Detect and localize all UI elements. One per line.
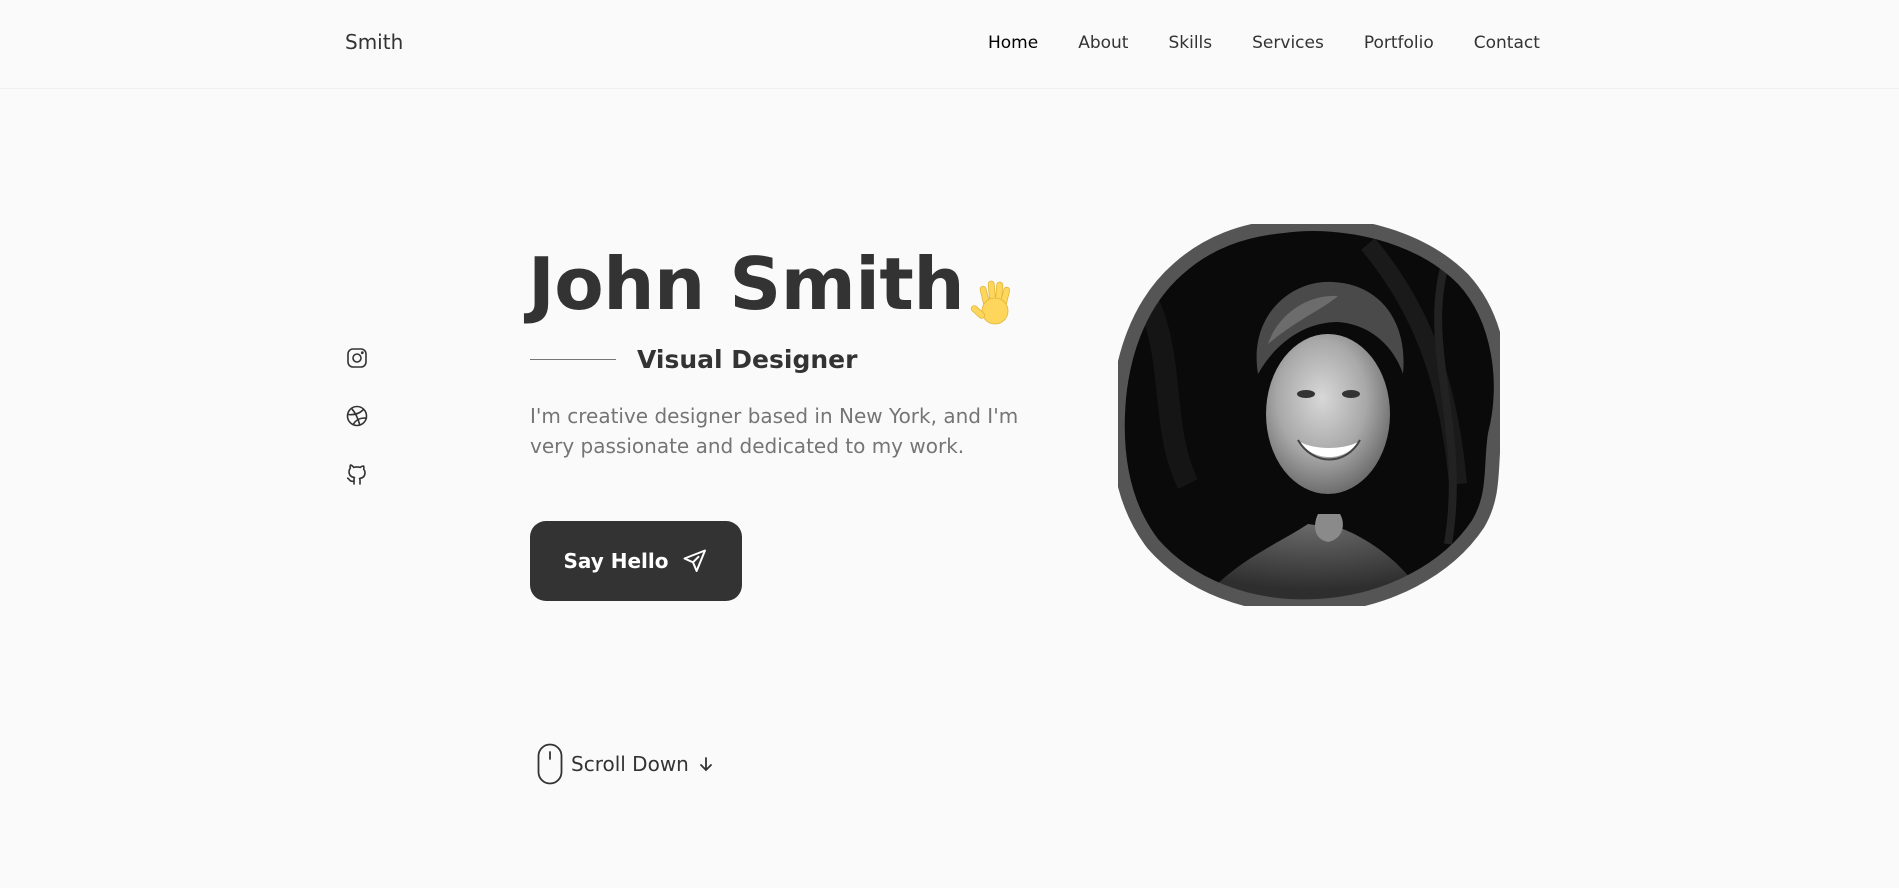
scroll-down-link[interactable]: Scroll Down <box>537 743 715 785</box>
dribbble-icon[interactable] <box>345 404 369 428</box>
github-icon[interactable] <box>345 462 369 486</box>
mouse-icon <box>537 743 563 785</box>
logo[interactable]: Smith <box>345 30 403 54</box>
waving-hand-icon <box>970 261 1022 325</box>
nav-services[interactable]: Services <box>1252 33 1324 53</box>
social-links <box>345 346 369 486</box>
nav-about[interactable]: About <box>1078 33 1128 53</box>
nav-skills[interactable]: Skills <box>1168 33 1212 53</box>
scroll-down-label: Scroll Down <box>571 752 689 776</box>
main-nav: Home About Skills Services Portfolio Con… <box>988 33 1540 53</box>
site-header: Smith Home About Skills Services Portfol… <box>0 0 1899 89</box>
hero-description: I'm creative designer based in New York,… <box>530 404 1019 458</box>
subtitle-divider <box>530 359 616 360</box>
arrow-down-icon <box>697 755 715 773</box>
say-hello-button[interactable]: Say Hello <box>530 521 742 601</box>
subtitle-wrap: Visual Designer <box>530 345 857 374</box>
hero-name: John Smith <box>528 240 1022 328</box>
nav-home[interactable]: Home <box>988 33 1038 53</box>
send-icon <box>681 547 709 575</box>
nav-contact[interactable]: Contact <box>1474 33 1540 53</box>
nav-portfolio[interactable]: Portfolio <box>1364 33 1434 53</box>
instagram-icon[interactable] <box>345 346 369 370</box>
say-hello-label: Say Hello <box>563 549 669 573</box>
hero-subtitle: Visual Designer <box>637 345 858 374</box>
hero-name-text: John Smith <box>528 242 965 326</box>
profile-photo <box>1118 224 1500 606</box>
